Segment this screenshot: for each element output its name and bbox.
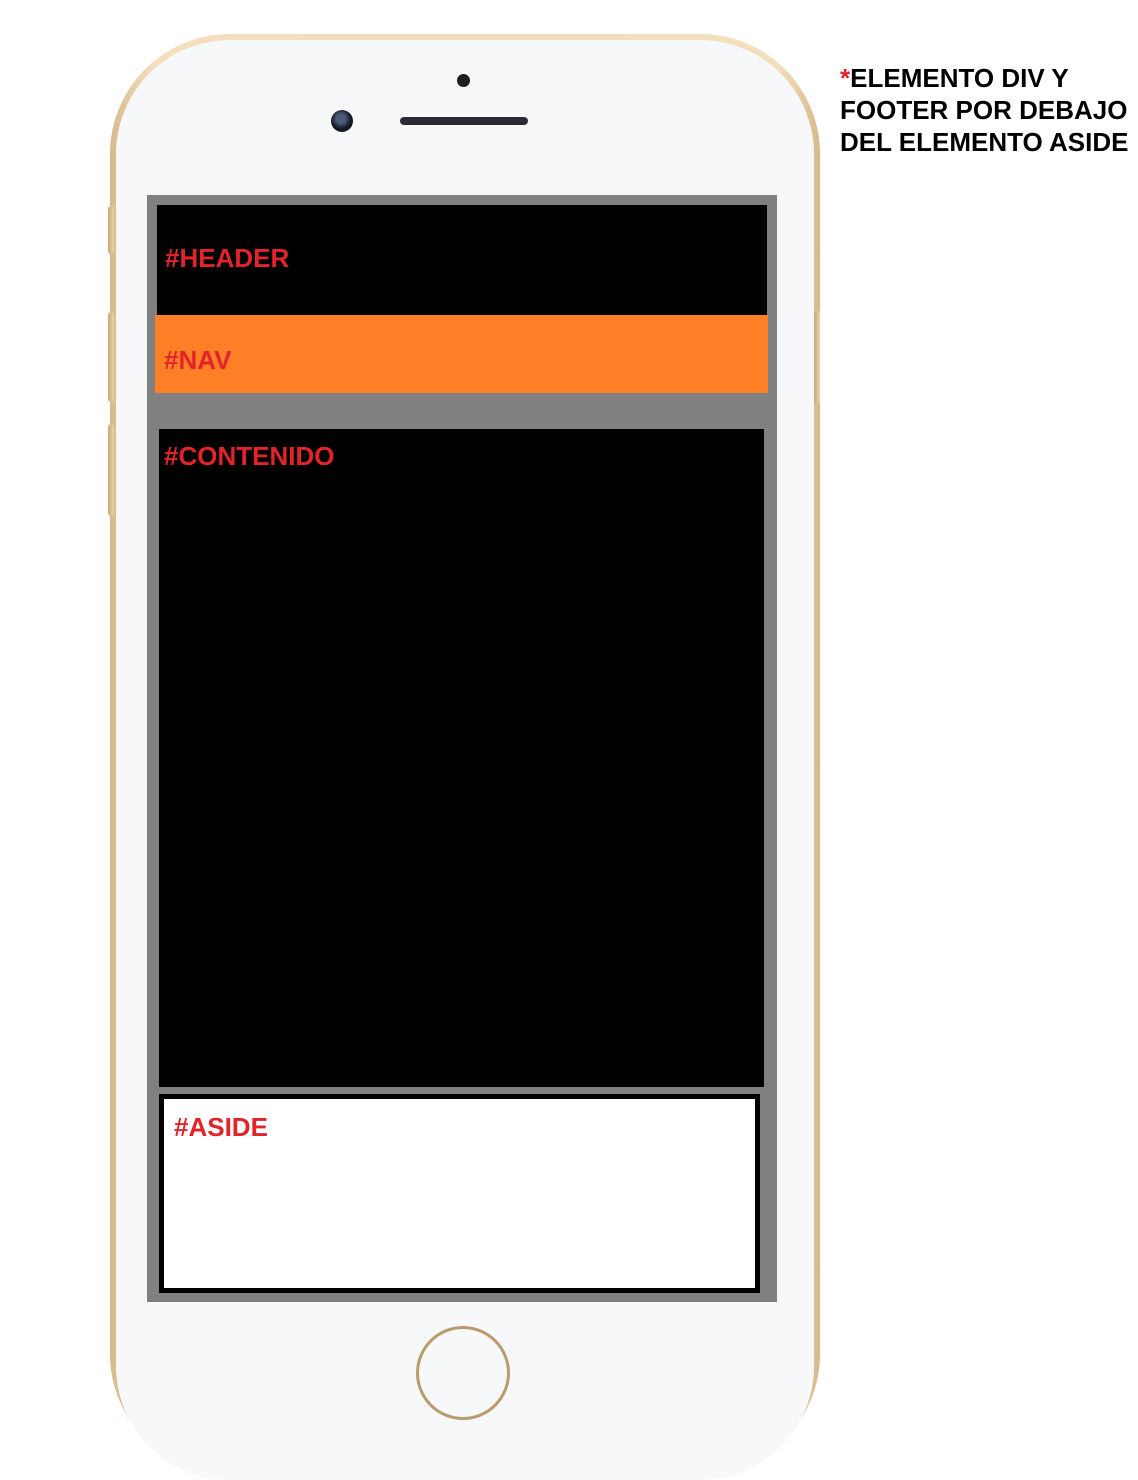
nav-label: #NAV: [164, 345, 232, 375]
phone-screen: #HEADER #NAV #CONTENIDO #ASIDE: [147, 195, 777, 1302]
speaker-icon: [400, 117, 528, 125]
header-block: #HEADER: [157, 205, 767, 315]
nav-block: #NAV: [155, 315, 768, 393]
contenido-label: #CONTENIDO: [164, 441, 335, 471]
power-button: [814, 310, 820, 404]
header-label: #HEADER: [165, 243, 290, 273]
home-button-icon: [416, 1326, 510, 1420]
volume-down-button: [108, 424, 114, 516]
volume-up-button: [108, 312, 114, 402]
note-text: ELEMENTO DIV Y FOOTER POR DEBAJO DEL ELE…: [840, 63, 1129, 157]
proximity-sensor-icon: [457, 74, 470, 87]
note-asterisk: *: [840, 63, 851, 93]
aside-label: #ASIDE: [174, 1112, 268, 1142]
contenido-block: #CONTENIDO: [159, 429, 764, 1087]
front-camera-icon: [331, 110, 353, 132]
aside-block: #ASIDE: [159, 1094, 760, 1293]
side-note: *ELEMENTO DIV Y FOOTER POR DEBAJO DEL EL…: [840, 62, 1130, 158]
mute-switch: [108, 206, 114, 254]
